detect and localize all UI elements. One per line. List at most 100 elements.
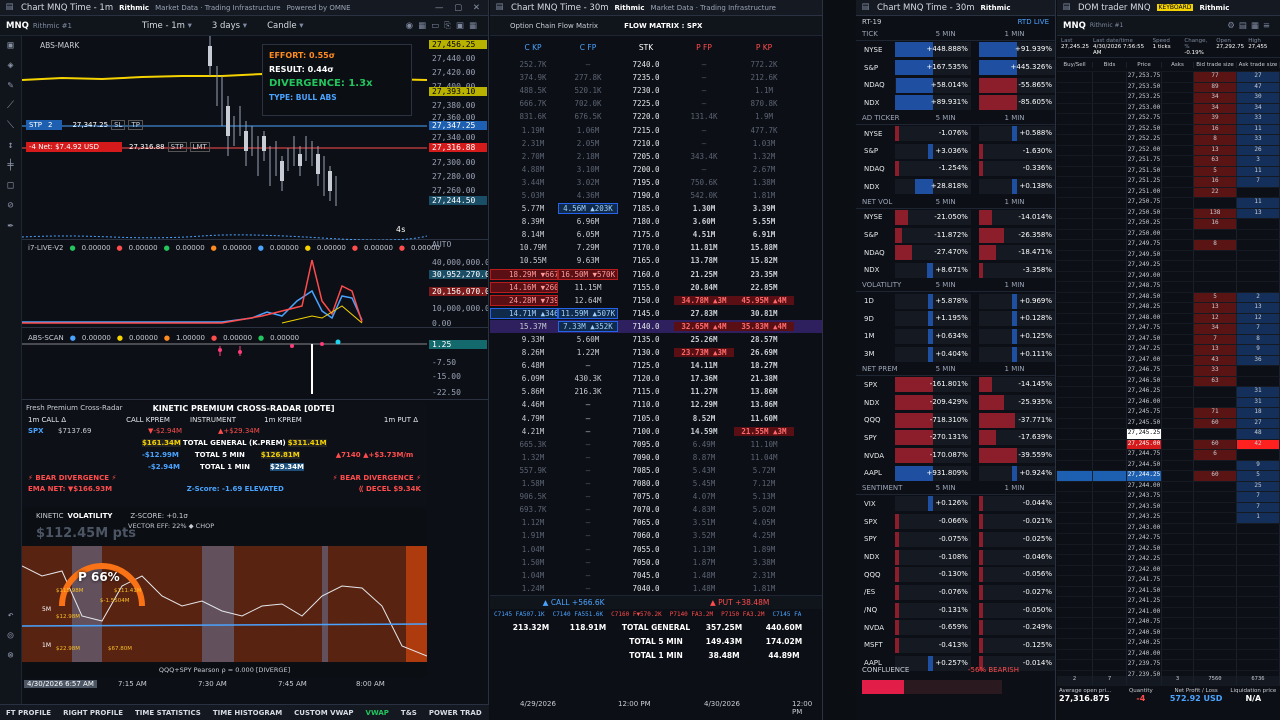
dom-symbol[interactable]: MNQ — [1063, 21, 1086, 31]
dom-bid-trade-cell[interactable]: 6 — [1194, 450, 1237, 460]
matrix-row[interactable]: 4.88M 3.10M 7200.0 — 2.67M — [490, 163, 822, 176]
dom-buysell-cell[interactable] — [1057, 166, 1093, 176]
dom-bid-cell[interactable] — [1093, 303, 1127, 313]
dom-row[interactable]: 27,251.25 16 7 — [1057, 177, 1280, 188]
dom-bid-cell[interactable] — [1093, 544, 1127, 554]
stp-button[interactable]: STP — [167, 142, 187, 152]
dom-bid-cell[interactable] — [1093, 313, 1127, 323]
dom-bid-trade-cell[interactable]: 13 — [1194, 303, 1237, 313]
dom-price-cell[interactable]: 27,252.75 — [1127, 114, 1162, 124]
dom-bid-trade-cell[interactable] — [1194, 513, 1237, 523]
dom-buysell-cell[interactable] — [1057, 565, 1093, 575]
dom-row[interactable]: 27,248.25 13 13 — [1057, 303, 1280, 314]
dom-buysell-cell[interactable] — [1057, 313, 1093, 323]
dom-price-cell[interactable]: 27,246.25 — [1127, 387, 1162, 397]
dom-ask-cell[interactable] — [1162, 93, 1194, 103]
dom-bid-cell[interactable] — [1093, 502, 1127, 512]
dom-ask-trade-cell[interactable] — [1237, 660, 1280, 670]
dom-buysell-cell[interactable] — [1057, 439, 1093, 449]
dom-bid-trade-cell[interactable]: 60 — [1194, 439, 1237, 449]
dom-bid-cell[interactable] — [1093, 135, 1127, 145]
dom-bid-trade-cell[interactable] — [1194, 586, 1237, 596]
dom-ask-trade-cell[interactable]: 48 — [1237, 429, 1280, 439]
dom-buysell-cell[interactable] — [1057, 187, 1093, 197]
dom-price-cell[interactable]: 27,246.50 — [1127, 376, 1162, 386]
dom-ask-trade-cell[interactable] — [1237, 376, 1280, 386]
dom-bid-trade-cell[interactable] — [1194, 397, 1237, 407]
tab-time-histogram[interactable]: TIME HISTOGRAM — [213, 709, 282, 717]
dom-price-cell[interactable]: 27,242.50 — [1127, 544, 1162, 554]
dom-bid-trade-cell[interactable]: 60 — [1194, 418, 1237, 428]
dom-bid-cell[interactable] — [1093, 534, 1127, 544]
dom-buysell-cell[interactable] — [1057, 135, 1093, 145]
dom-ask-cell[interactable] — [1162, 397, 1194, 407]
dom-ask-trade-cell[interactable]: 13 — [1237, 303, 1280, 313]
dom-ask-cell[interactable] — [1162, 481, 1194, 491]
matrix-row[interactable]: 1.58M — 7080.0 5.45M 7.12M — [490, 477, 822, 490]
keyboard-badge[interactable]: KEYBOARD — [1156, 4, 1194, 11]
dom-buysell-cell[interactable] — [1057, 282, 1093, 292]
tab-time-statistics[interactable]: TIME STATISTICS — [135, 709, 201, 717]
dom-ask-trade-cell[interactable]: 33 — [1237, 135, 1280, 145]
dom-ask-cell[interactable] — [1162, 229, 1194, 239]
dom-bid-cell[interactable] — [1093, 492, 1127, 502]
dom-row[interactable]: 27,242.00 — [1057, 565, 1280, 576]
dom-row[interactable]: 27,242.25 — [1057, 555, 1280, 566]
dom-price-cell[interactable]: 27,243.75 — [1127, 492, 1162, 502]
dom-row[interactable]: 27,252.75 39 33 — [1057, 114, 1280, 125]
dom-bid-cell[interactable] — [1093, 586, 1127, 596]
dom-bid-trade-cell[interactable]: 16 — [1194, 177, 1237, 187]
dom-row[interactable]: 27,244.25 60 5 — [1057, 471, 1280, 482]
dom-bid-cell[interactable] — [1093, 376, 1127, 386]
dom-ask-cell[interactable] — [1162, 166, 1194, 176]
matrix-row[interactable]: 1.04M — 7045.0 1.48M 2.31M — [490, 569, 822, 582]
dom-price-cell[interactable]: 27,244.00 — [1127, 481, 1162, 491]
dom-ask-trade-cell[interactable]: 9 — [1237, 460, 1280, 470]
dom-buysell-cell[interactable] — [1057, 82, 1093, 92]
sl-button[interactable]: SL — [111, 120, 126, 130]
dom-ask-cell[interactable] — [1162, 313, 1194, 323]
dom-bid-trade-cell[interactable]: 63 — [1194, 376, 1237, 386]
dom-buysell-cell[interactable] — [1057, 261, 1093, 271]
dom-ask-trade-cell[interactable]: 11 — [1237, 166, 1280, 176]
dom-ask-cell[interactable] — [1162, 649, 1194, 659]
dom-price-cell[interactable]: 27,253.50 — [1127, 82, 1162, 92]
dom-ask-trade-cell[interactable] — [1237, 229, 1280, 239]
dom-row[interactable]: 27,252.00 13 26 — [1057, 145, 1280, 156]
dom-buysell-cell[interactable] — [1057, 397, 1093, 407]
matrix-row[interactable]: 666.7K 702.0K 7225.0 — 870.8K — [490, 97, 822, 110]
matrix-row[interactable]: 1.32M — 7090.0 8.87M 11.04M — [490, 451, 822, 464]
dom-bid-trade-cell[interactable]: 12 — [1194, 313, 1237, 323]
dom-bid-cell[interactable] — [1093, 229, 1127, 239]
dom-ask-cell[interactable] — [1162, 198, 1194, 208]
dom-ask-cell[interactable] — [1162, 471, 1194, 481]
dom-ask-cell[interactable] — [1162, 544, 1194, 554]
dom-row[interactable]: 27,242.75 — [1057, 534, 1280, 545]
dom-bid-cell[interactable] — [1093, 397, 1127, 407]
matrix-row[interactable]: 5.86M 216.3K 7115.0 11.27M 13.86M — [490, 385, 822, 398]
dom-row[interactable]: 27,251.50 5 11 — [1057, 166, 1280, 177]
matrix-row[interactable]: 665.3K — 7095.0 6.49M 11.10M — [490, 438, 822, 451]
dom-price-cell[interactable]: 27,241.00 — [1127, 607, 1162, 617]
matrix-row[interactable]: 4.21M — 7100.0 14.59M 21.55M ▲3M — [490, 425, 822, 438]
dom-bid-trade-cell[interactable]: 7 — [1194, 334, 1237, 344]
dom-ask-cell[interactable] — [1162, 177, 1194, 187]
dom-buysell-cell[interactable] — [1057, 156, 1093, 166]
dom-bid-cell[interactable] — [1093, 208, 1127, 218]
dom-bid-cell[interactable] — [1093, 124, 1127, 134]
dom-bid-trade-cell[interactable]: 5 — [1194, 292, 1237, 302]
dom-ask-cell[interactable] — [1162, 145, 1194, 155]
dom-buysell-cell[interactable] — [1057, 292, 1093, 302]
dom-bid-cell[interactable] — [1093, 219, 1127, 229]
dom-ask-cell[interactable] — [1162, 439, 1194, 449]
dom-buysell-cell[interactable] — [1057, 250, 1093, 260]
dom-bid-trade-cell[interactable]: 39 — [1194, 114, 1237, 124]
dom-ask-trade-cell[interactable] — [1237, 261, 1280, 271]
dom-bid-cell[interactable] — [1093, 240, 1127, 250]
dom-row[interactable]: 27,244.50 9 — [1057, 460, 1280, 471]
lmt-button[interactable]: LMT — [189, 142, 210, 152]
dom-ask-cell[interactable] — [1162, 219, 1194, 229]
dom-bid-trade-cell[interactable] — [1194, 576, 1237, 586]
tab-ft-profile[interactable]: FT PROFILE — [6, 709, 51, 717]
dom-ask-trade-cell[interactable]: 18 — [1237, 408, 1280, 418]
